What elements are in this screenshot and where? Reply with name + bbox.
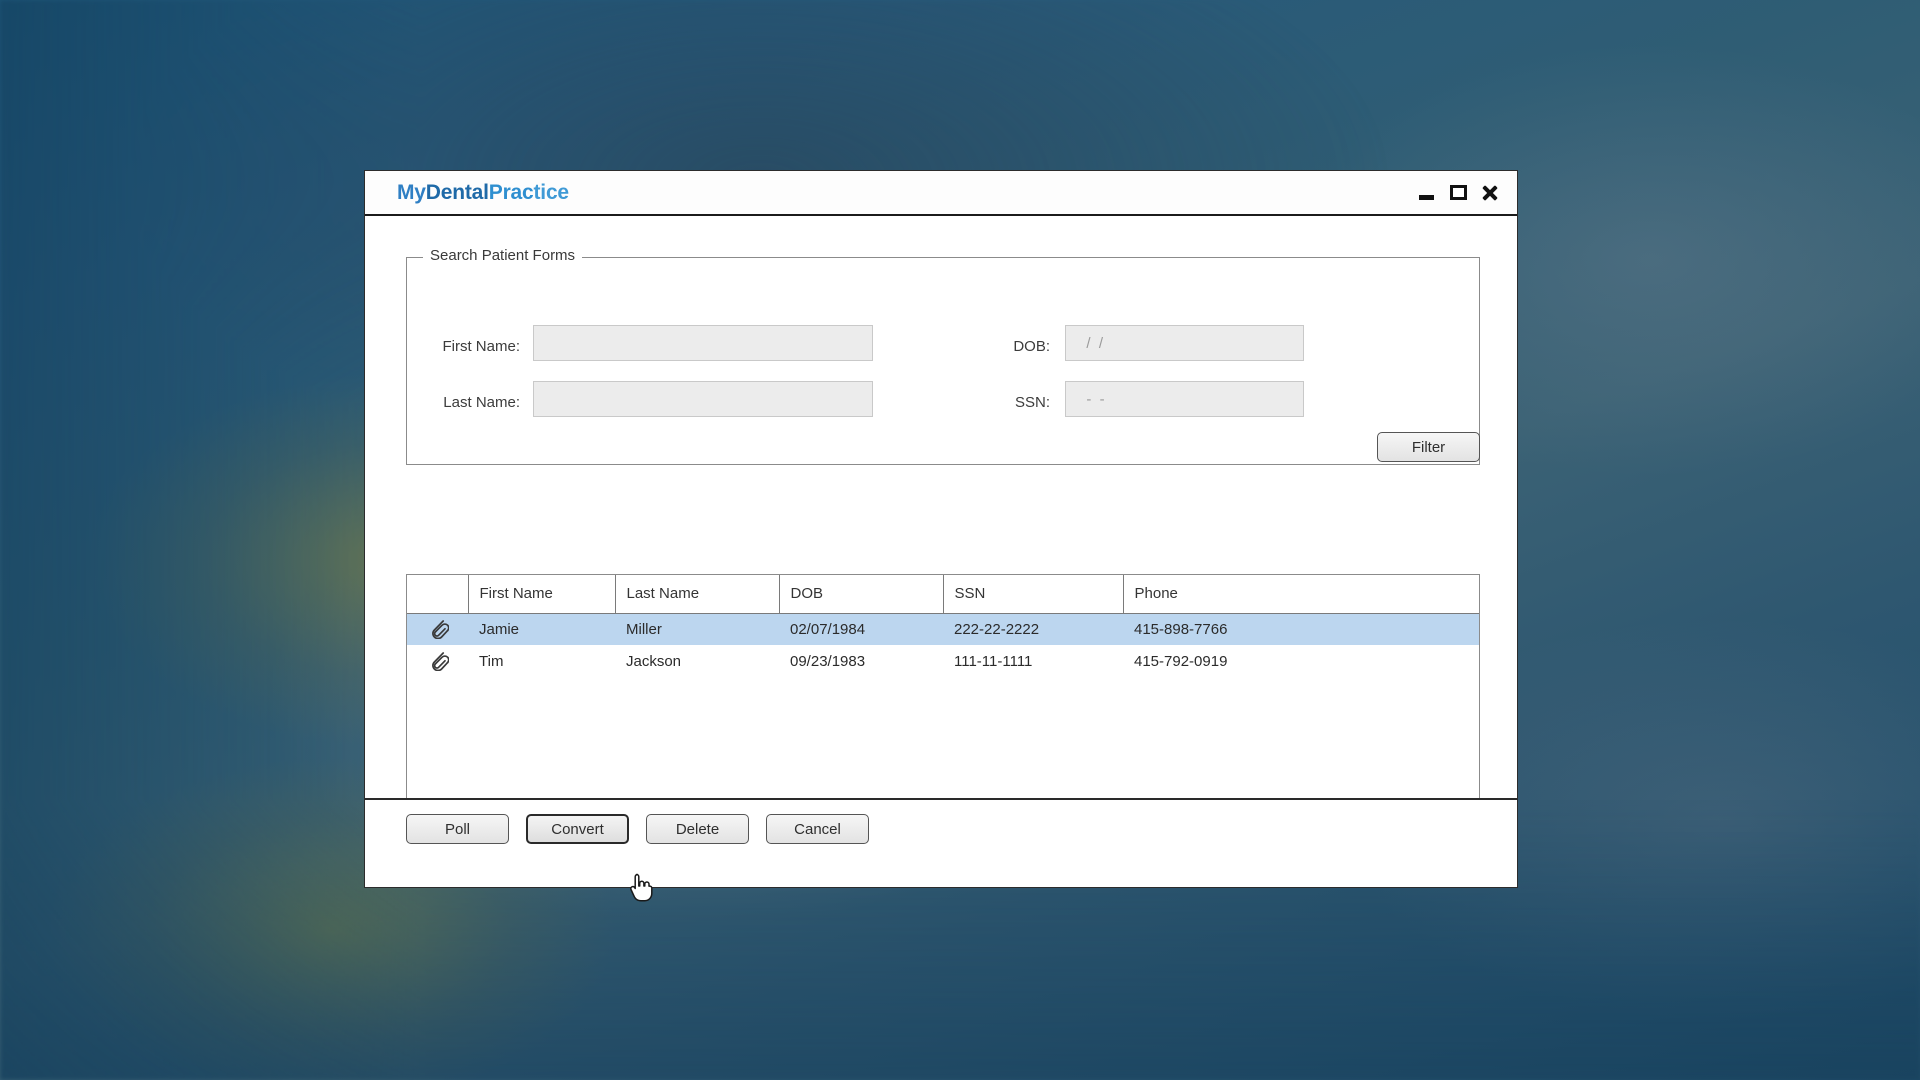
column-header-ssn[interactable]: SSN	[943, 575, 1124, 614]
window-titlebar: MyDentalPractice	[365, 171, 1517, 216]
dob-label: DOB:	[1013, 338, 1050, 355]
logo-part-3: Prac	[488, 181, 534, 204]
column-header-dob[interactable]: DOB	[779, 575, 944, 614]
table-row[interactable]: Jamie Miller 02/07/1984 222-22-2222 415-…	[407, 613, 1479, 645]
close-icon	[1482, 184, 1499, 201]
delete-button[interactable]: Delete	[646, 814, 749, 844]
column-header-first-name[interactable]: First Name	[468, 575, 616, 614]
cell-ssn[interactable]: 111-11-1111	[943, 645, 1123, 677]
dob-input[interactable]	[1065, 325, 1304, 361]
grid-header-row: First Name Last Name DOB SSN Phone	[407, 575, 1479, 614]
logo-part-1: My	[397, 181, 426, 204]
ssn-label: SSN:	[1014, 394, 1050, 411]
patient-forms-dialog: MyDentalPractice Search Patient Forms Fi…	[364, 170, 1518, 888]
close-button[interactable]	[1477, 177, 1503, 207]
cell-dob[interactable]: 09/23/1983	[779, 645, 943, 677]
column-header-last-name[interactable]: Last Name	[615, 575, 780, 614]
ssn-input[interactable]	[1065, 381, 1304, 417]
cancel-button[interactable]: Cancel	[766, 814, 869, 844]
paperclip-icon	[427, 647, 450, 675]
app-logo: MyDentalPractice	[397, 181, 569, 205]
first-name-input[interactable]	[533, 325, 873, 361]
cell-ssn[interactable]: 222-22-2222	[943, 613, 1123, 645]
search-patient-forms-group: Search Patient Forms	[406, 247, 1480, 465]
minimize-icon	[1418, 194, 1434, 200]
cell-dob[interactable]: 02/07/1984	[779, 613, 943, 645]
patient-forms-grid[interactable]: First Name Last Name DOB SSN Phone Jamie…	[406, 574, 1480, 832]
cell-phone[interactable]: 415-898-7766	[1123, 613, 1479, 645]
group-legend: Search Patient Forms	[423, 247, 583, 264]
logo-part-4: tice	[533, 181, 570, 204]
dialog-footer: Poll Convert Delete Cancel	[365, 798, 1517, 887]
row-attachment-cell[interactable]	[407, 645, 468, 677]
footer-button-bar: Poll Convert Delete Cancel	[406, 814, 869, 844]
grid-table: First Name Last Name DOB SSN Phone Jamie…	[407, 575, 1479, 677]
column-header-phone[interactable]: Phone	[1123, 575, 1479, 614]
table-row[interactable]: Tim Jackson 09/23/1983 111-11-1111 415-7…	[407, 645, 1479, 677]
cell-first-name[interactable]: Tim	[468, 645, 615, 677]
dialog-body: Search Patient Forms First Name: Last Na…	[365, 216, 1517, 843]
cell-first-name[interactable]: Jamie	[468, 613, 615, 645]
cell-phone[interactable]: 415-792-0919	[1123, 645, 1479, 677]
first-name-label: First Name:	[442, 338, 520, 355]
poll-button[interactable]: Poll	[406, 814, 509, 844]
maximize-button[interactable]	[1445, 177, 1471, 207]
filter-button[interactable]: Filter	[1377, 432, 1480, 462]
maximize-icon	[1449, 184, 1467, 200]
convert-button[interactable]: Convert	[526, 814, 629, 844]
cell-last-name[interactable]: Miller	[615, 613, 779, 645]
paperclip-icon	[427, 615, 450, 643]
minimize-button[interactable]	[1413, 177, 1439, 207]
last-name-input[interactable]	[533, 381, 873, 417]
window-controls	[1413, 177, 1503, 207]
row-attachment-cell[interactable]	[407, 613, 468, 645]
last-name-label: Last Name:	[443, 394, 520, 411]
column-header-attachment[interactable]	[407, 575, 469, 614]
logo-part-2: Dental	[425, 181, 489, 204]
cell-last-name[interactable]: Jackson	[615, 645, 779, 677]
